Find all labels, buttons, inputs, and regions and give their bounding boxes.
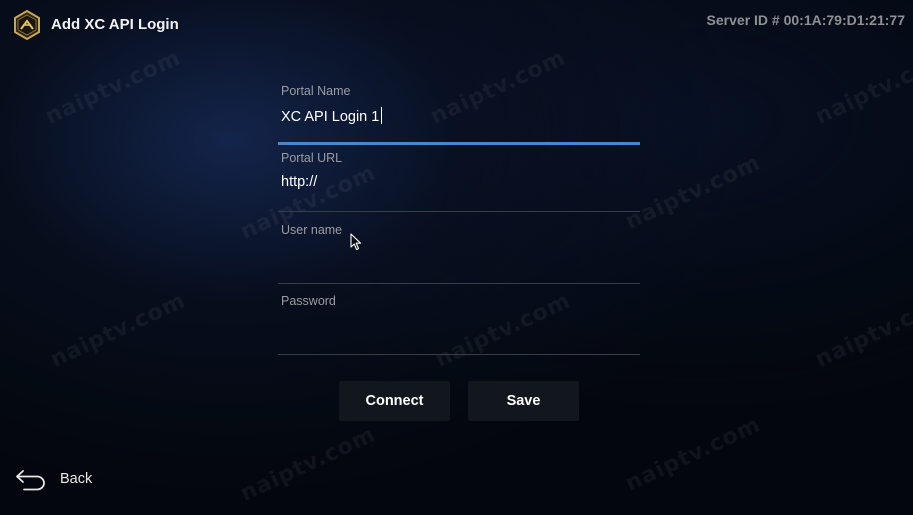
save-button[interactable]: Save xyxy=(468,381,579,421)
watermark: naiptv.com xyxy=(811,45,913,130)
text-caret xyxy=(381,107,383,124)
server-id-label: Server ID # 00:1A:79:D1:21:77 xyxy=(706,12,905,28)
password-field[interactable]: Password xyxy=(278,294,640,355)
watermark: naiptv.com xyxy=(621,150,765,235)
back-label: Back xyxy=(60,471,93,487)
watermark: naiptv.com xyxy=(236,422,380,507)
user-name-field[interactable]: User name xyxy=(278,223,640,284)
page-title: Add XC API Login xyxy=(51,16,179,33)
portal-name-field[interactable]: Portal Name XC API Login 1 xyxy=(278,84,640,145)
portal-url-label: Portal URL xyxy=(281,151,343,165)
watermark: naiptv.com xyxy=(41,45,185,130)
password-label: Password xyxy=(281,294,336,308)
watermark: naiptv.com xyxy=(811,288,913,373)
portal-url-input[interactable]: http:// xyxy=(281,174,317,190)
portal-url-field[interactable]: Portal URL http:// xyxy=(278,151,640,212)
user-name-label: User name xyxy=(281,223,343,237)
watermark: naiptv.com xyxy=(46,288,190,373)
app-logo-icon xyxy=(14,9,40,41)
portal-name-value: XC API Login 1 xyxy=(281,109,380,125)
portal-name-input[interactable]: XC API Login 1 xyxy=(281,107,383,125)
connect-button[interactable]: Connect xyxy=(339,381,450,421)
back-button[interactable]: Back xyxy=(15,467,92,491)
portal-name-label: Portal Name xyxy=(281,84,351,98)
mouse-pointer-icon xyxy=(350,233,362,251)
back-arrow-icon xyxy=(16,470,45,491)
watermark: naiptv.com xyxy=(621,412,765,497)
